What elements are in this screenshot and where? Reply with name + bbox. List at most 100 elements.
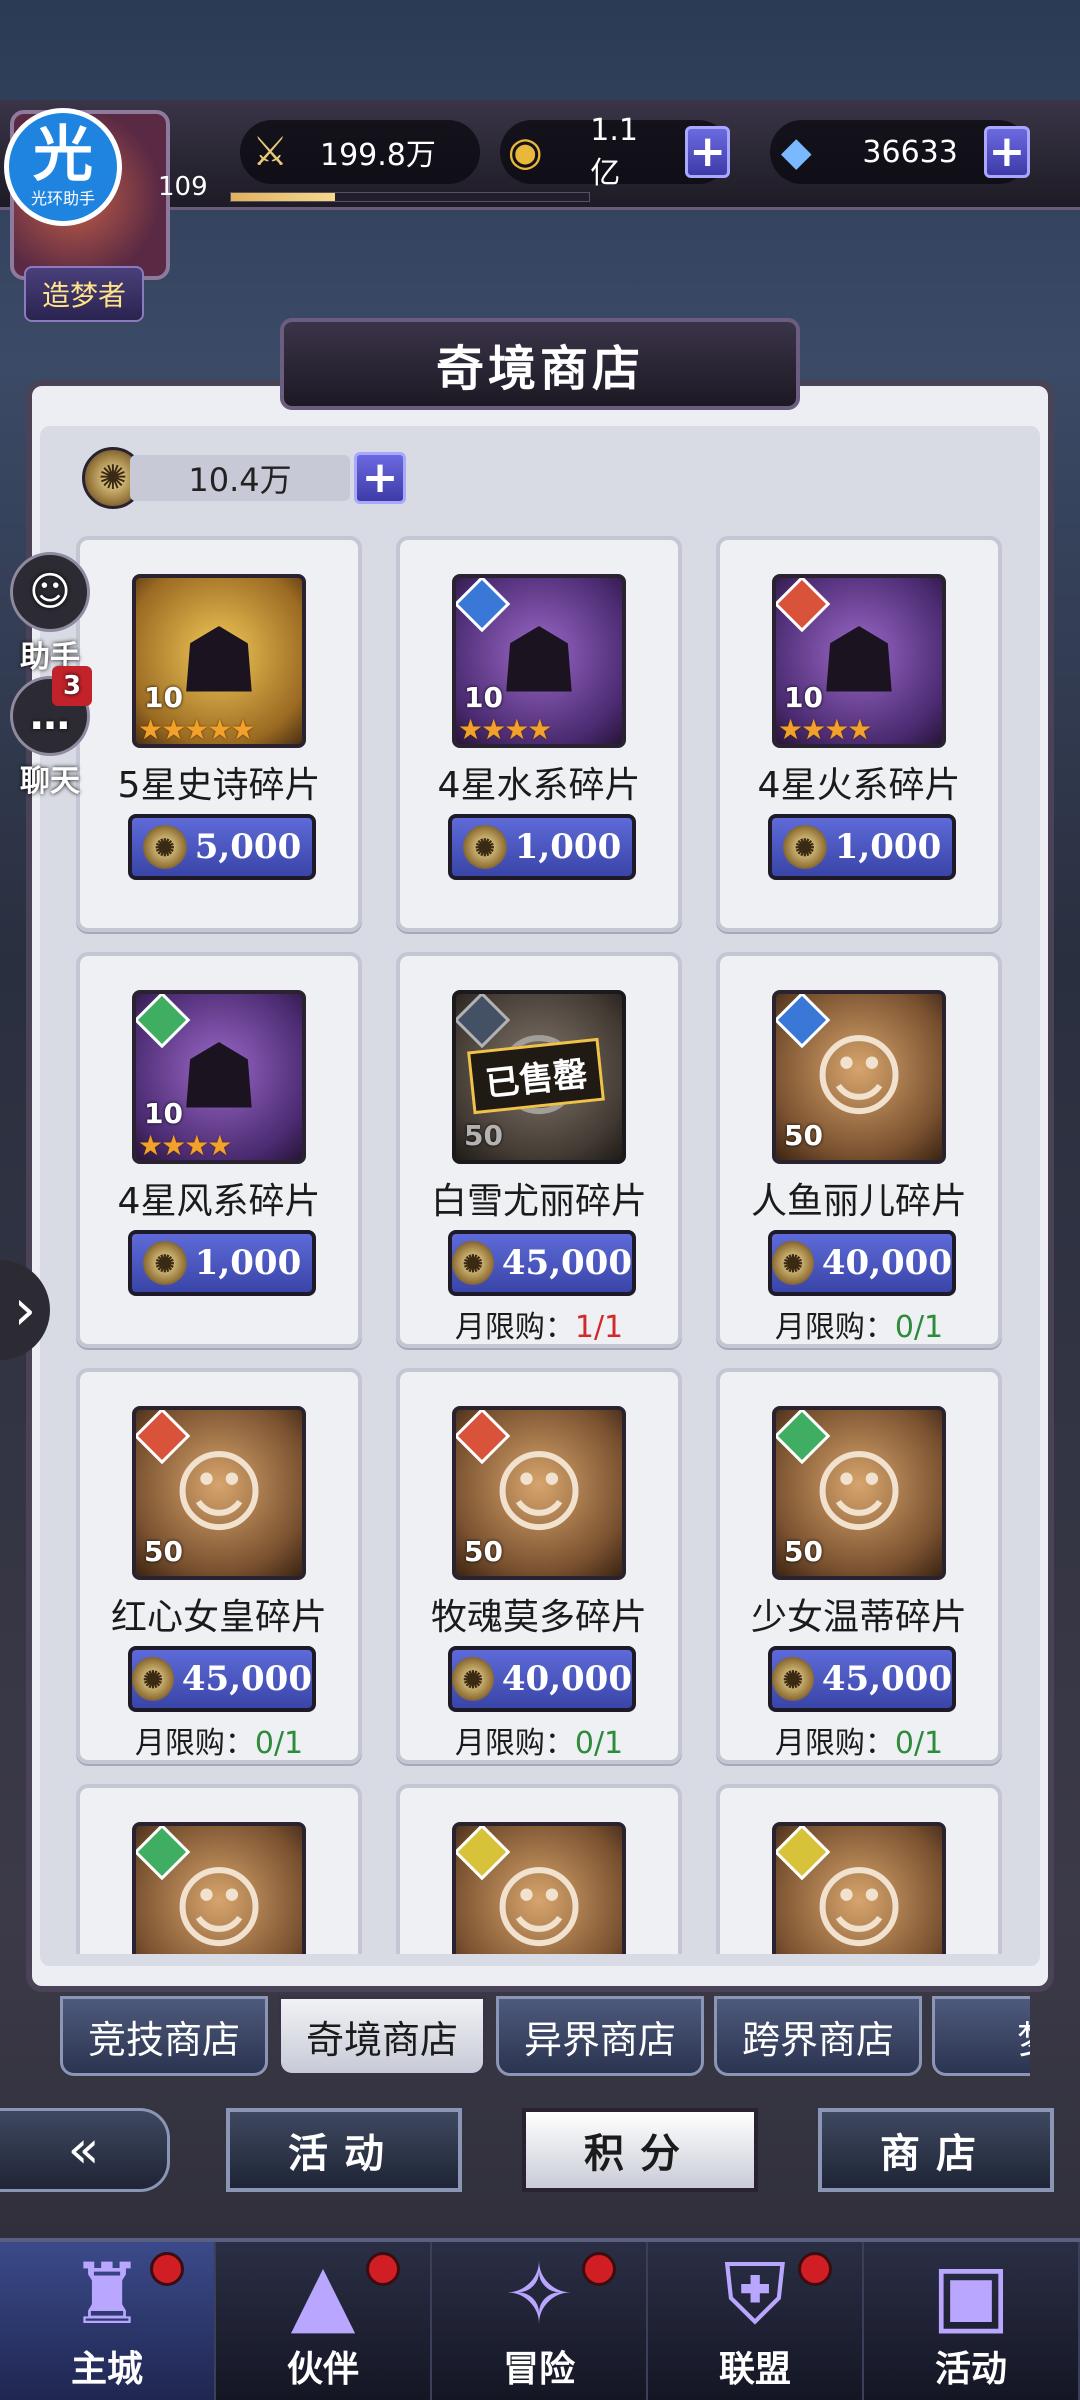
shop-currency-value: 10.4万 bbox=[130, 455, 350, 501]
add-diamond-button[interactable]: + bbox=[983, 126, 1030, 178]
buy-button[interactable]: ✺ 45,000 bbox=[448, 1230, 636, 1296]
buy-button[interactable]: ✺ 1,000 bbox=[128, 1230, 316, 1296]
player-title-badge[interactable]: 造梦者 bbox=[24, 266, 144, 322]
chat-button[interactable]: … 3 聊天 bbox=[8, 666, 92, 800]
mode-activity-button[interactable]: 活动 bbox=[226, 2108, 462, 2192]
helper-app-badge[interactable]: 光 光环助手 bbox=[4, 108, 122, 226]
mode-points-button[interactable]: 积分 bbox=[522, 2108, 758, 2192]
nav-events[interactable]: ▣ 活动 bbox=[864, 2242, 1080, 2400]
item-name: 少女温蒂碎片 bbox=[750, 1597, 967, 1638]
shop-item-card[interactable]: ☺ 50 牧魂莫多碎片 ✺ 40,000 月限购：0/1 bbox=[396, 1368, 682, 1764]
limit-value: 0/1 bbox=[574, 1726, 624, 1761]
diamond-value: 36633 bbox=[862, 134, 958, 170]
item-price: 5,000 bbox=[194, 827, 302, 867]
shop-item-card[interactable]: ☺ 50 红心女皇碎片 ✺ 45,000 月限购：0/1 bbox=[76, 1368, 362, 1764]
compass-icon: ✧ bbox=[503, 2244, 575, 2343]
item-price: 45,000 bbox=[501, 1243, 632, 1283]
coin-icon: ✺ bbox=[462, 825, 507, 869]
xp-bar bbox=[230, 192, 590, 202]
tab-otherworld-shop[interactable]: 异界商店 bbox=[496, 1996, 704, 2076]
item-price: 45,000 bbox=[821, 1659, 952, 1699]
diamond-display: ◆ 36633 + bbox=[770, 120, 1030, 184]
limit-label: 月限购： bbox=[454, 1726, 575, 1761]
limit-value: 1/1 bbox=[574, 1310, 624, 1345]
nav-alliance[interactable]: ⛨ 联盟 bbox=[648, 2242, 864, 2400]
character-portrait-icon: ☺ bbox=[492, 1440, 586, 1546]
coin-icon: ✺ bbox=[772, 1241, 814, 1285]
item-thumbnail: ☗ 10 ★★★★ bbox=[452, 574, 626, 748]
limit-value: 0/1 bbox=[894, 1726, 944, 1761]
buy-button[interactable]: ✺ 5,000 bbox=[128, 814, 316, 880]
shop-item-card[interactable]: ☗ 10 ★★★★ 4星火系碎片 ✺ 1,000 bbox=[716, 536, 1002, 932]
buy-button[interactable]: ✺ 1,000 bbox=[768, 814, 956, 880]
power-value: 199.8万 bbox=[320, 138, 436, 173]
notification-dot bbox=[582, 2252, 616, 2286]
item-name: 人鱼丽儿碎片 bbox=[750, 1181, 967, 1222]
purchase-limit: 月限购：0/1 bbox=[400, 1718, 678, 1762]
nav-adventure[interactable]: ✧ 冒险 bbox=[432, 2242, 648, 2400]
limit-value: 0/1 bbox=[254, 1726, 304, 1761]
item-thumbnail: ☺ 50 bbox=[772, 1406, 946, 1580]
mode-shop-button[interactable]: 商店 bbox=[818, 2108, 1054, 2192]
helper-badge-label: 光环助手 bbox=[30, 189, 95, 208]
buy-button[interactable]: ✺ 1,000 bbox=[448, 814, 636, 880]
item-thumbnail: ☗ 10 ★★★★ bbox=[772, 574, 946, 748]
shop-item-card[interactable]: ☗ 10 ★★★★ 4星水系碎片 ✺ 1,000 bbox=[396, 536, 682, 932]
item-thumbnail: ☗ 10 ★★★★★ bbox=[132, 574, 306, 748]
buy-button[interactable]: ✺ 45,000 bbox=[768, 1646, 956, 1712]
shop-item-card[interactable]: ☺ 50 少女温蒂碎片 ✺ 45,000 月限购：0/1 bbox=[716, 1368, 1002, 1764]
tab-dream-shop[interactable]: 梦 bbox=[932, 1996, 1030, 2076]
shop-tabs: 竞技商店 奇境商店 异界商店 跨界商店 梦 bbox=[60, 1996, 1030, 2080]
witch-hat-icon: ▲ bbox=[290, 2244, 356, 2343]
sword-icon: ⚔ bbox=[252, 129, 288, 175]
purchase-limit: 月限购：0/1 bbox=[720, 1302, 998, 1346]
nav-main-city[interactable]: ♜ 主城 bbox=[0, 2242, 216, 2400]
item-thumbnail: ☺ bbox=[132, 1822, 306, 1954]
shop-item-card[interactable]: ☗ 10 ★★★★ 4星风系碎片 ✺ 1,000 bbox=[76, 952, 362, 1348]
item-price: 1,000 bbox=[514, 827, 622, 867]
purchase-limit: 月限购：1/1 bbox=[400, 1302, 678, 1346]
partial-row: ☺ ☺ ☺ bbox=[76, 1784, 1002, 1954]
tab-crossworld-shop[interactable]: 跨界商店 bbox=[714, 1996, 922, 2076]
shop-item-card[interactable]: ☺ bbox=[396, 1784, 682, 1954]
character-portrait-icon: ☺ bbox=[172, 1440, 266, 1546]
castle-icon: ♜ bbox=[69, 2244, 145, 2343]
coin-icon: ✺ bbox=[772, 1657, 814, 1701]
item-count: 50 bbox=[464, 1119, 503, 1152]
add-gold-button[interactable]: + bbox=[685, 126, 730, 178]
coin-icon: ✺ bbox=[452, 1657, 494, 1701]
item-thumbnail: ☺ bbox=[772, 1822, 946, 1954]
limit-label: 月限购： bbox=[774, 1310, 895, 1345]
item-count: 10 bbox=[784, 681, 823, 714]
power-display: ⚔ 199.8万 bbox=[240, 120, 480, 184]
item-count: 10 bbox=[464, 681, 503, 714]
item-count: 50 bbox=[144, 1535, 183, 1568]
shop-item-card[interactable]: ☺ bbox=[716, 1784, 1002, 1954]
item-name: 白雪尤丽碎片 bbox=[430, 1181, 647, 1222]
back-button[interactable]: « bbox=[0, 2108, 170, 2192]
assistant-button[interactable]: ☺ 助手 bbox=[8, 552, 92, 676]
nav-label: 主城 bbox=[70, 2348, 143, 2390]
tab-wonderland-shop[interactable]: 奇境商店 bbox=[278, 1996, 486, 2076]
add-shop-currency-button[interactable]: + bbox=[354, 452, 406, 504]
item-name: 4星火系碎片 bbox=[757, 765, 961, 806]
nav-partners[interactable]: ▲ 伙伴 bbox=[216, 2242, 432, 2400]
shop-item-card[interactable]: ☺ 50 已售罄 白雪尤丽碎片 ✺45,000 月限购：1/1 bbox=[396, 952, 682, 1348]
character-portrait-icon: ☺ bbox=[812, 1856, 906, 1955]
limit-label: 月限购： bbox=[454, 1310, 575, 1345]
shop-item-card[interactable]: ☗ 10 ★★★★★ 5星史诗碎片 ✺ 5,000 bbox=[76, 536, 362, 932]
notification-dot bbox=[366, 2252, 400, 2286]
character-portrait-icon: ☺ bbox=[812, 1024, 906, 1130]
tab-arena-shop[interactable]: 竞技商店 bbox=[60, 1996, 268, 2076]
buy-button[interactable]: ✺ 40,000 bbox=[768, 1230, 956, 1296]
shield-icon: ⛨ bbox=[723, 2244, 787, 2343]
star-rating: ★★★★ bbox=[778, 713, 872, 746]
buy-button[interactable]: ✺ 40,000 bbox=[448, 1646, 636, 1712]
gold-coin-icon: ◉ bbox=[507, 129, 543, 175]
gold-display: ◉ 1.1亿 + bbox=[500, 113, 730, 191]
shop-item-card[interactable]: ☺ bbox=[76, 1784, 362, 1954]
character-portrait-icon: ☺ bbox=[492, 1856, 586, 1955]
hooded-figure-icon: ☗ bbox=[498, 608, 580, 714]
shop-item-card[interactable]: ☺ 50 人鱼丽儿碎片 ✺ 40,000 月限购：0/1 bbox=[716, 952, 1002, 1348]
buy-button[interactable]: ✺ 45,000 bbox=[128, 1646, 316, 1712]
